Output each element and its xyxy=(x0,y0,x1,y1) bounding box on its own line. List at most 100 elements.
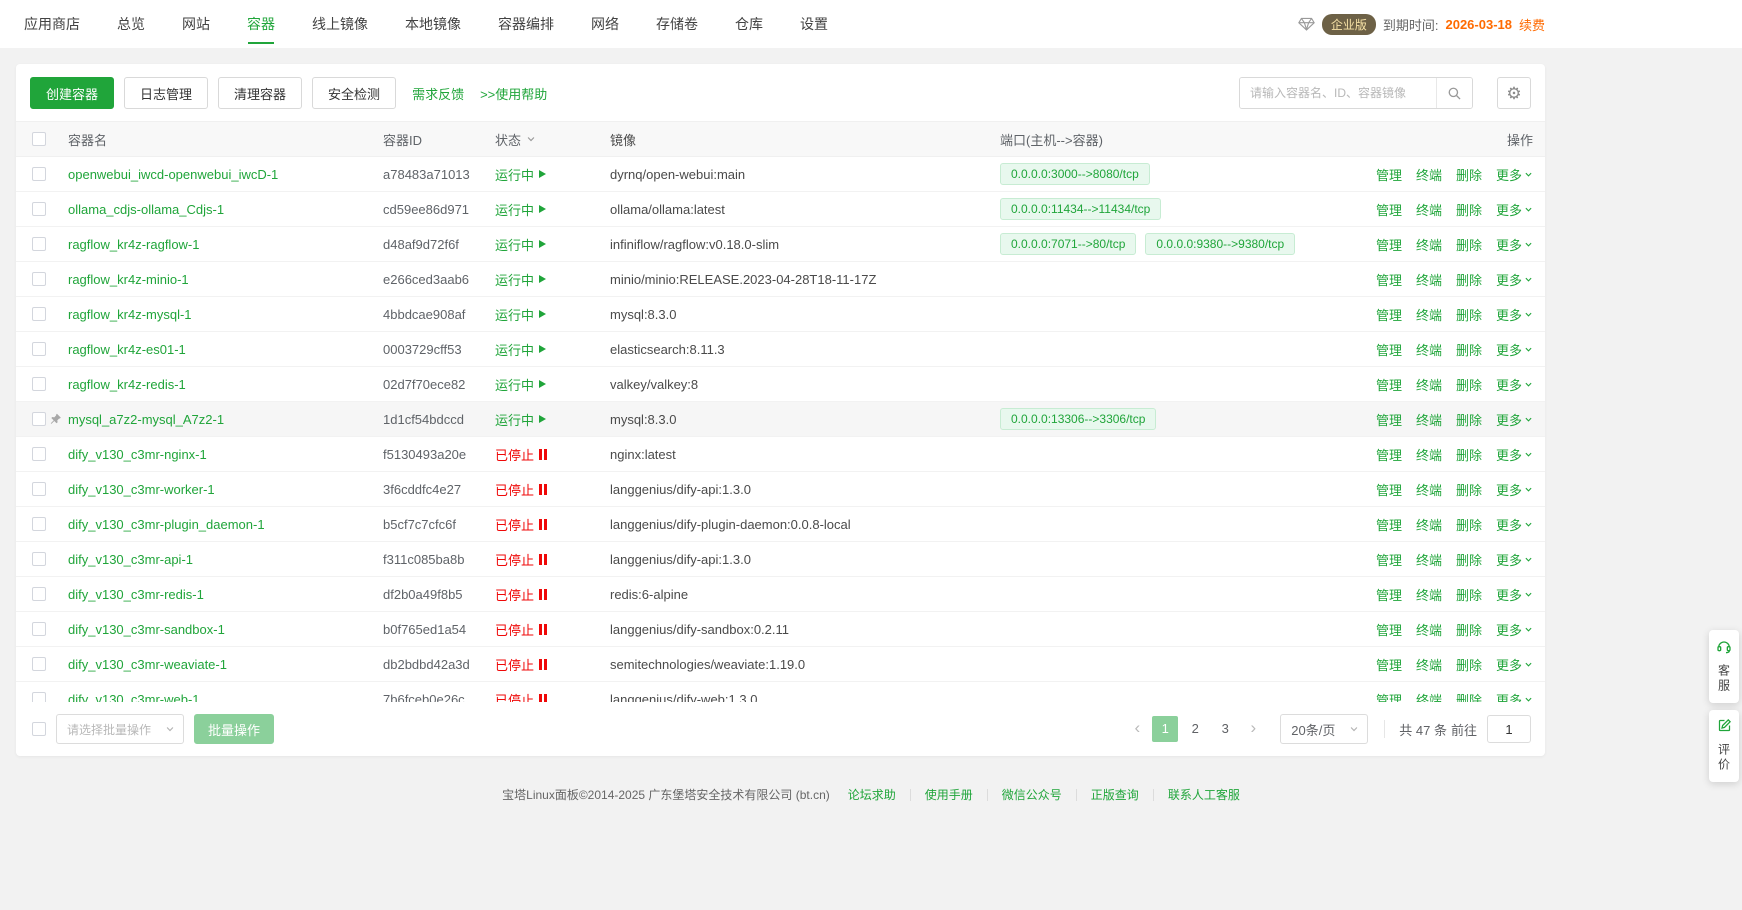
delete-link[interactable]: 删除 xyxy=(1456,410,1482,429)
more-link[interactable]: 更多 xyxy=(1496,200,1533,219)
page-number-2[interactable]: 2 xyxy=(1182,716,1208,742)
terminal-link[interactable]: 终端 xyxy=(1416,410,1442,429)
row-checkbox[interactable] xyxy=(32,552,46,566)
delete-link[interactable]: 删除 xyxy=(1456,480,1482,499)
nav-tab-repository[interactable]: 仓库 xyxy=(735,0,763,48)
container-name-link[interactable]: dify_v130_c3mr-web-1 xyxy=(68,692,200,703)
search-icon[interactable] xyxy=(1436,78,1472,108)
row-checkbox[interactable] xyxy=(32,622,46,636)
nav-tab-local-images[interactable]: 本地镜像 xyxy=(405,0,461,48)
manage-link[interactable]: 管理 xyxy=(1376,655,1402,674)
row-checkbox[interactable] xyxy=(32,657,46,671)
batch-action-select[interactable]: 请选择批量操作 xyxy=(56,714,184,744)
review-button[interactable]: 评价 xyxy=(1709,710,1739,782)
page-number-1[interactable]: 1 xyxy=(1152,716,1178,742)
terminal-link[interactable]: 终端 xyxy=(1416,550,1442,569)
more-link[interactable]: 更多 xyxy=(1496,655,1533,674)
delete-link[interactable]: 删除 xyxy=(1456,200,1482,219)
container-name-link[interactable]: ragflow_kr4z-redis-1 xyxy=(68,377,186,392)
terminal-link[interactable]: 终端 xyxy=(1416,270,1442,289)
row-checkbox[interactable] xyxy=(32,202,46,216)
more-link[interactable]: 更多 xyxy=(1496,550,1533,569)
terminal-link[interactable]: 终端 xyxy=(1416,200,1442,219)
more-link[interactable]: 更多 xyxy=(1496,690,1533,703)
terminal-link[interactable]: 终端 xyxy=(1416,585,1442,604)
more-link[interactable]: 更多 xyxy=(1496,410,1533,429)
delete-link[interactable]: 删除 xyxy=(1456,690,1482,703)
container-name-link[interactable]: ollama_cdjs-ollama_Cdjs-1 xyxy=(68,202,224,217)
manage-link[interactable]: 管理 xyxy=(1376,690,1402,703)
more-link[interactable]: 更多 xyxy=(1496,305,1533,324)
manage-link[interactable]: 管理 xyxy=(1376,550,1402,569)
nav-tab-website[interactable]: 网站 xyxy=(182,0,210,48)
more-link[interactable]: 更多 xyxy=(1496,340,1533,359)
more-link[interactable]: 更多 xyxy=(1496,270,1533,289)
delete-link[interactable]: 删除 xyxy=(1456,235,1482,254)
manage-link[interactable]: 管理 xyxy=(1376,235,1402,254)
more-link[interactable]: 更多 xyxy=(1496,480,1533,499)
more-link[interactable]: 更多 xyxy=(1496,585,1533,604)
delete-link[interactable]: 删除 xyxy=(1456,550,1482,569)
terminal-link[interactable]: 终端 xyxy=(1416,515,1442,534)
container-name-link[interactable]: dify_v130_c3mr-weaviate-1 xyxy=(68,657,227,672)
batch-apply-button[interactable]: 批量操作 xyxy=(194,714,274,744)
prev-page-arrow[interactable]: ‹ xyxy=(1126,716,1148,742)
renew-link[interactable]: 续费 xyxy=(1519,15,1545,34)
delete-link[interactable]: 删除 xyxy=(1456,445,1482,464)
delete-link[interactable]: 删除 xyxy=(1456,165,1482,184)
footer-link-support[interactable]: 联系人工客服 xyxy=(1168,786,1240,803)
nav-tab-containers[interactable]: 容器 xyxy=(247,0,275,48)
delete-link[interactable]: 删除 xyxy=(1456,655,1482,674)
terminal-link[interactable]: 终端 xyxy=(1416,445,1442,464)
nav-tab-settings[interactable]: 设置 xyxy=(800,0,828,48)
goto-page-input[interactable] xyxy=(1487,715,1531,743)
manage-link[interactable]: 管理 xyxy=(1376,340,1402,359)
create-container-button[interactable]: 创建容器 xyxy=(30,77,114,109)
manage-link[interactable]: 管理 xyxy=(1376,620,1402,639)
container-name-link[interactable]: openwebui_iwcd-openwebui_iwcD-1 xyxy=(68,167,278,182)
more-link[interactable]: 更多 xyxy=(1496,445,1533,464)
row-checkbox[interactable] xyxy=(32,167,46,181)
nav-tab-app-store[interactable]: 应用商店 xyxy=(24,0,80,48)
next-page-arrow[interactable]: › xyxy=(1242,716,1264,742)
row-checkbox[interactable] xyxy=(32,237,46,251)
terminal-link[interactable]: 终端 xyxy=(1416,620,1442,639)
container-name-link[interactable]: dify_v130_c3mr-nginx-1 xyxy=(68,447,207,462)
manage-link[interactable]: 管理 xyxy=(1376,200,1402,219)
clean-containers-button[interactable]: 清理容器 xyxy=(218,77,302,109)
log-management-button[interactable]: 日志管理 xyxy=(124,77,208,109)
terminal-link[interactable]: 终端 xyxy=(1416,165,1442,184)
col-header-status-filter[interactable]: 状态 xyxy=(495,130,610,149)
row-checkbox[interactable] xyxy=(32,272,46,286)
container-name-link[interactable]: ragflow_kr4z-minio-1 xyxy=(68,272,189,287)
row-checkbox[interactable] xyxy=(32,447,46,461)
delete-link[interactable]: 删除 xyxy=(1456,515,1482,534)
container-name-link[interactable]: dify_v130_c3mr-redis-1 xyxy=(68,587,204,602)
delete-link[interactable]: 删除 xyxy=(1456,270,1482,289)
container-name-link[interactable]: dify_v130_c3mr-api-1 xyxy=(68,552,193,567)
feedback-link[interactable]: 需求反馈 xyxy=(412,84,464,103)
nav-tab-volumes[interactable]: 存储卷 xyxy=(656,0,698,48)
row-checkbox[interactable] xyxy=(32,482,46,496)
nav-tab-network[interactable]: 网络 xyxy=(591,0,619,48)
manage-link[interactable]: 管理 xyxy=(1376,445,1402,464)
terminal-link[interactable]: 终端 xyxy=(1416,690,1442,703)
batch-select-all-checkbox[interactable] xyxy=(32,722,46,736)
footer-link-manual[interactable]: 使用手册 xyxy=(925,786,973,803)
terminal-link[interactable]: 终端 xyxy=(1416,655,1442,674)
row-checkbox[interactable] xyxy=(32,692,46,702)
select-all-checkbox[interactable] xyxy=(32,132,46,146)
terminal-link[interactable]: 终端 xyxy=(1416,340,1442,359)
delete-link[interactable]: 删除 xyxy=(1456,620,1482,639)
manage-link[interactable]: 管理 xyxy=(1376,165,1402,184)
delete-link[interactable]: 删除 xyxy=(1456,340,1482,359)
manage-link[interactable]: 管理 xyxy=(1376,515,1402,534)
delete-link[interactable]: 删除 xyxy=(1456,375,1482,394)
footer-link-forum[interactable]: 论坛求助 xyxy=(848,786,896,803)
row-checkbox[interactable] xyxy=(32,342,46,356)
row-checkbox[interactable] xyxy=(32,377,46,391)
terminal-link[interactable]: 终端 xyxy=(1416,305,1442,324)
manage-link[interactable]: 管理 xyxy=(1376,585,1402,604)
terminal-link[interactable]: 终端 xyxy=(1416,375,1442,394)
container-name-link[interactable]: dify_v130_c3mr-plugin_daemon-1 xyxy=(68,517,265,532)
